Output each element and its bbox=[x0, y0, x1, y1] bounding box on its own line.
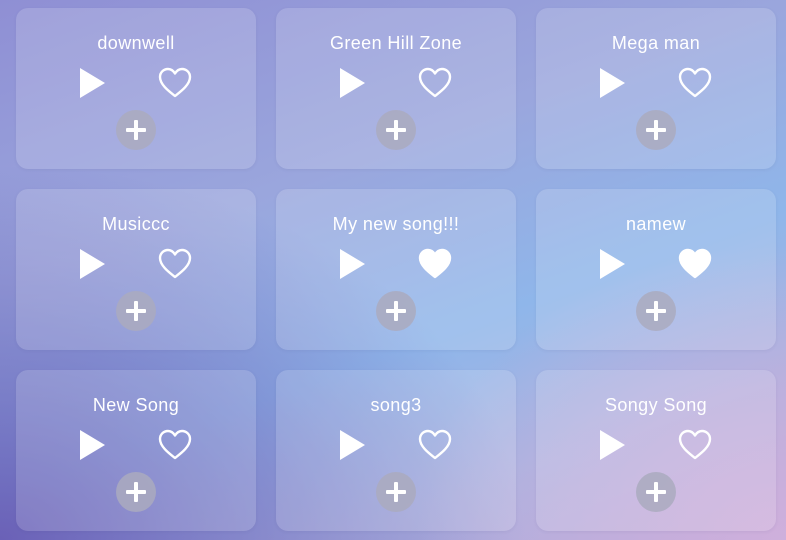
song-title: Green Hill Zone bbox=[329, 33, 463, 53]
song-card: downwell bbox=[16, 8, 256, 169]
heart-outline-icon bbox=[158, 248, 192, 279]
add-to-playlist-button[interactable] bbox=[116, 472, 156, 512]
heart-filled-icon bbox=[678, 248, 712, 279]
play-icon bbox=[340, 249, 365, 279]
song-title: My new song!!! bbox=[332, 214, 460, 234]
add-to-playlist-button[interactable] bbox=[636, 472, 676, 512]
add-to-playlist-button[interactable] bbox=[376, 110, 416, 150]
favorite-button[interactable] bbox=[158, 248, 192, 280]
play-button[interactable] bbox=[78, 429, 108, 461]
plus-icon bbox=[126, 301, 146, 321]
play-icon bbox=[80, 68, 105, 98]
favorite-button[interactable] bbox=[418, 429, 452, 461]
play-button[interactable] bbox=[338, 429, 368, 461]
add-to-playlist-button[interactable] bbox=[116, 110, 156, 150]
add-to-playlist-button[interactable] bbox=[636, 291, 676, 331]
song-card: namew bbox=[536, 189, 776, 350]
favorite-button[interactable] bbox=[678, 67, 712, 99]
heart-filled-icon bbox=[418, 248, 452, 279]
song-card: Mega man bbox=[536, 8, 776, 169]
song-title: Musiccc bbox=[102, 214, 170, 234]
song-card: New Song bbox=[16, 370, 256, 531]
heart-outline-icon bbox=[158, 67, 192, 98]
play-icon bbox=[80, 430, 105, 460]
play-icon bbox=[600, 68, 625, 98]
song-title: New Song bbox=[92, 395, 180, 415]
heart-outline-icon bbox=[678, 429, 712, 460]
plus-icon bbox=[646, 301, 666, 321]
play-button[interactable] bbox=[338, 67, 368, 99]
play-icon bbox=[80, 249, 105, 279]
plus-icon bbox=[386, 120, 406, 140]
add-to-playlist-button[interactable] bbox=[116, 291, 156, 331]
song-title: Mega man bbox=[611, 33, 701, 53]
heart-outline-icon bbox=[678, 67, 712, 98]
plus-icon bbox=[126, 120, 146, 140]
song-card: Green Hill Zone bbox=[276, 8, 516, 169]
favorite-button[interactable] bbox=[158, 67, 192, 99]
play-button[interactable] bbox=[598, 429, 628, 461]
favorite-button[interactable] bbox=[678, 248, 712, 280]
play-button[interactable] bbox=[598, 67, 628, 99]
plus-icon bbox=[386, 301, 406, 321]
heart-outline-icon bbox=[418, 429, 452, 460]
add-to-playlist-button[interactable] bbox=[636, 110, 676, 150]
play-button[interactable] bbox=[78, 248, 108, 280]
favorite-button[interactable] bbox=[418, 67, 452, 99]
song-grid: downwell Green Hill Zone Mega man Musicc… bbox=[16, 8, 776, 531]
heart-outline-icon bbox=[158, 429, 192, 460]
play-button[interactable] bbox=[598, 248, 628, 280]
play-icon bbox=[600, 249, 625, 279]
play-icon bbox=[340, 430, 365, 460]
song-card: Songy Song bbox=[536, 370, 776, 531]
song-title: song3 bbox=[370, 395, 422, 415]
plus-icon bbox=[126, 482, 146, 502]
plus-icon bbox=[386, 482, 406, 502]
favorite-button[interactable] bbox=[158, 429, 192, 461]
plus-icon bbox=[646, 482, 666, 502]
play-icon bbox=[600, 430, 625, 460]
play-button[interactable] bbox=[338, 248, 368, 280]
song-card: song3 bbox=[276, 370, 516, 531]
heart-outline-icon bbox=[418, 67, 452, 98]
song-title: namew bbox=[625, 214, 687, 234]
song-card: My new song!!! bbox=[276, 189, 516, 350]
favorite-button[interactable] bbox=[418, 248, 452, 280]
add-to-playlist-button[interactable] bbox=[376, 291, 416, 331]
song-title: downwell bbox=[97, 33, 175, 53]
play-button[interactable] bbox=[78, 67, 108, 99]
add-to-playlist-button[interactable] bbox=[376, 472, 416, 512]
song-card: Musiccc bbox=[16, 189, 256, 350]
song-title: Songy Song bbox=[604, 395, 708, 415]
favorite-button[interactable] bbox=[678, 429, 712, 461]
play-icon bbox=[340, 68, 365, 98]
plus-icon bbox=[646, 120, 666, 140]
